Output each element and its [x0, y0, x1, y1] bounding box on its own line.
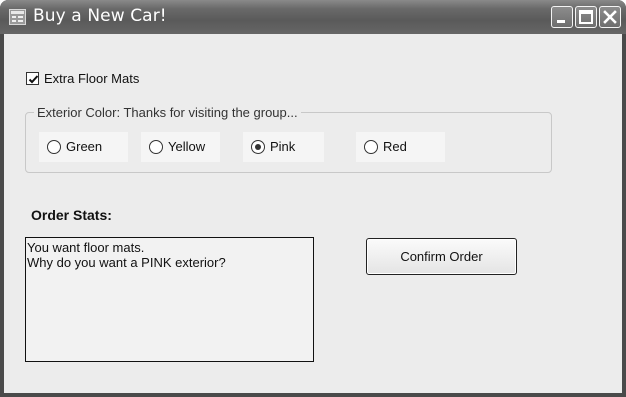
radio-button-icon[interactable]: [47, 140, 61, 154]
minimize-icon[interactable]: [551, 6, 573, 28]
close-icon[interactable]: [599, 6, 621, 28]
checkbox-box[interactable]: [26, 72, 39, 85]
radio-button-icon[interactable]: [251, 140, 265, 154]
radio-label: Red: [383, 139, 407, 154]
radio-green[interactable]: Green: [39, 132, 128, 162]
radio-label: Green: [66, 139, 103, 154]
radio-red[interactable]: Red: [356, 132, 445, 162]
radio-yellow[interactable]: Yellow: [141, 132, 220, 162]
radio-label: Yellow: [168, 139, 206, 154]
window-title: Buy a New Car!: [33, 6, 167, 26]
order-stats-line: You want floor mats.: [27, 240, 145, 255]
floor-mats-label: Extra Floor Mats: [44, 71, 140, 86]
order-stats-heading: Order Stats:: [31, 207, 112, 223]
exterior-color-legend: Exterior Color: Thanks for visiting the …: [34, 105, 301, 120]
radio-pink[interactable]: Pink: [243, 132, 324, 162]
title-bar[interactable]: Buy a New Car!: [0, 0, 626, 34]
radio-label: Pink: [270, 139, 296, 154]
order-stats-textbox[interactable]: You want floor mats. Why do you want a P…: [25, 237, 314, 362]
confirm-order-button[interactable]: Confirm Order: [366, 238, 517, 275]
radio-button-icon[interactable]: [364, 140, 378, 154]
form-icon[interactable]: [9, 9, 26, 25]
radio-selected-dot: [255, 144, 261, 150]
order-stats-line: Why do you want a PINK exterior?: [27, 255, 226, 270]
radio-button-icon[interactable]: [149, 140, 163, 154]
maximize-icon[interactable]: [575, 6, 597, 28]
